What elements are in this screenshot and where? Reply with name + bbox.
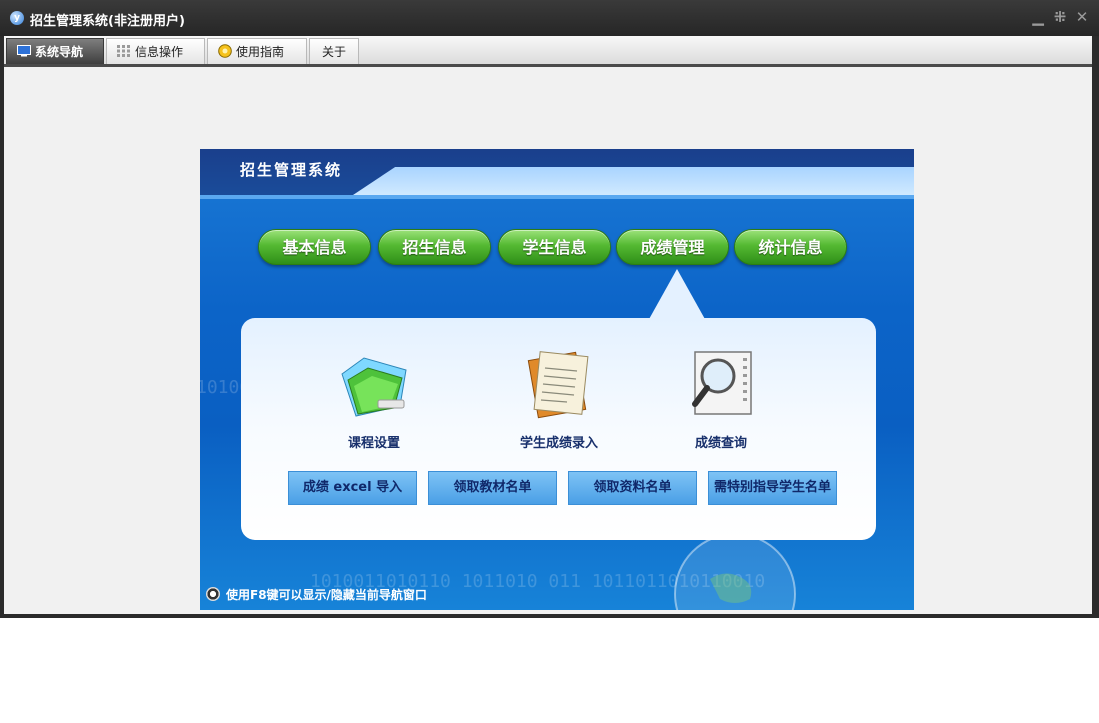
grade-query-item[interactable]: 成绩查询 [651,344,791,451]
monitor-icon [17,45,31,57]
function-label: 课程设置 [347,436,400,451]
module-grade-management-button[interactable]: 成绩管理 [616,229,729,265]
grade-entry-item[interactable]: 学生成绩录入 [489,344,629,451]
magnifier-icon [692,351,752,415]
window-title: 招生管理系统(非注册用户) [30,14,185,29]
function-callout: 课程设置 学生成绩录入 成绩查询 成绩 excel 导入 领取教材名单 领取资料… [241,318,876,540]
globe-graphic [674,533,796,610]
help-icon [218,44,232,58]
module-student-info-button[interactable]: 学生信息 [498,229,611,265]
module-basic-info-button[interactable]: 基本信息 [258,229,371,265]
tab-label: 系统导航 [35,45,84,59]
tab-label: 使用指南 [236,45,285,59]
footer-hint: 使用F8键可以显示/隐藏当前导航窗口 [206,586,427,603]
app-logo-icon: y [10,11,24,25]
tab-info-ops[interactable]: 信息操作 [106,38,205,64]
course-settings-item[interactable]: 课程设置 [304,344,444,451]
tab-user-guide[interactable]: 使用指南 [207,38,307,64]
materials-list-button[interactable]: 领取资料名单 [568,471,697,505]
close-icon[interactable]: ✕ [1074,8,1090,26]
title-bar[interactable]: y 招生管理系统(非注册用户) ▁ ⁜ ✕ [0,0,1099,36]
module-enrollment-info-button[interactable]: 招生信息 [378,229,491,265]
navigation-panel: 招生管理系统 10100 1010011010110 1011010 011 1… [200,149,914,610]
info-icon [206,587,220,601]
grid-icon [117,45,130,57]
tab-label: 信息操作 [135,45,184,59]
tab-about[interactable]: 关于 [309,38,359,64]
header-strip [350,167,914,197]
minimize-icon[interactable]: ▁ [1030,8,1046,26]
callout-pointer [648,269,706,321]
footer-hint-text: 使用F8键可以显示/隐藏当前导航窗口 [226,588,427,602]
menu-bar: 系统导航 信息操作 使用指南 关于 [4,36,1092,64]
special-guidance-list-button[interactable]: 需特别指导学生名单 [708,471,837,505]
header-line [200,195,914,199]
restore-icon[interactable]: ⁜ [1052,8,1068,26]
import-excel-button[interactable]: 成绩 excel 导入 [288,471,417,505]
tab-system-nav[interactable]: 系统导航 [6,38,104,64]
textbook-list-button[interactable]: 领取教材名单 [428,471,557,505]
tab-label: 关于 [322,45,347,59]
function-label: 成绩查询 [694,436,747,451]
function-label: 学生成绩录入 [519,436,598,451]
folder-icon [341,357,407,417]
module-statistics-button[interactable]: 统计信息 [734,229,847,265]
panel-title: 招生管理系统 [240,161,343,179]
document-icon [527,351,589,419]
